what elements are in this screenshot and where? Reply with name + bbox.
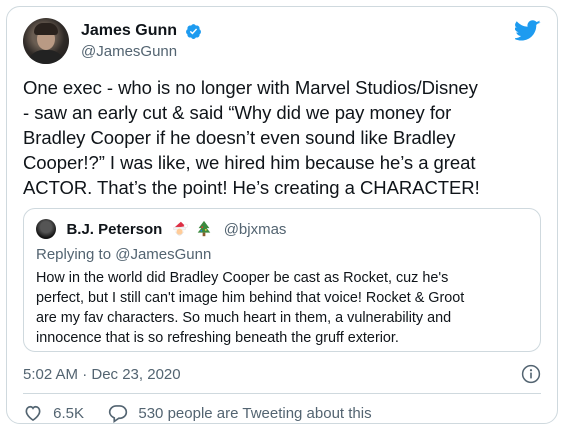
quoted-tweet[interactable]: B.J. Peterson @bjxmas Replying to @James… (23, 208, 541, 352)
like-button[interactable]: 6.5K (23, 403, 84, 423)
author-avatar[interactable] (23, 18, 69, 64)
author-name-block: James Gunn @JamesGunn (81, 21, 202, 62)
quoted-author-name: B.J. Peterson (66, 220, 163, 238)
heart-icon (25, 405, 41, 422)
tweet-line: - saw an early cut & said “Why did we pa… (23, 102, 452, 123)
speech-bubble-icon (109, 405, 128, 424)
tweet-line: ACTOR. That’s the point! He’s creating a… (23, 177, 480, 198)
tweet-text: One exec - who is no longer with Marvel … (23, 75, 548, 200)
quoted-tweet-header: B.J. Peterson @bjxmas (36, 219, 286, 239)
author-handle[interactable]: @JamesGunn (81, 42, 202, 62)
tweet-line: Bradley Cooper if he doesn’t even sound … (23, 127, 456, 148)
conversation-label: 530 people are Tweeting about this (138, 404, 372, 422)
info-icon[interactable] (521, 364, 541, 384)
tweet-card: James Gunn @JamesGunn One exec - who is … (6, 6, 558, 424)
christmas-tree-icon (197, 220, 211, 237)
twitter-bird-icon[interactable] (515, 20, 541, 42)
tweet-line: One exec - who is no longer with Marvel … (23, 77, 478, 98)
quoted-tweet-text: How in the world did Bradley Cooper be c… (36, 268, 532, 348)
tweet-actions: 6.5K 530 people are Tweeting about this (23, 403, 372, 425)
like-count: 6.5K (53, 404, 85, 422)
divider (23, 393, 541, 394)
quoted-author-avatar (36, 219, 56, 239)
tweet-line: Cooper!?” I was like, we hired him becau… (23, 152, 476, 173)
conversation-button[interactable]: 530 people are Tweeting about this (108, 403, 372, 424)
quoted-line: perfect, but I still can't image him beh… (36, 290, 465, 306)
quoted-author-handle: @bjxmas (223, 220, 287, 238)
quoted-line: How in the world did Bradley Cooper be c… (36, 270, 449, 286)
tweet-timestamp[interactable]: 5:02 AM · Dec 23, 2020 (23, 365, 181, 385)
santa-emoji-icon (172, 221, 188, 236)
author-display-name[interactable]: James Gunn (81, 21, 177, 41)
replying-to-label[interactable]: Replying to @JamesGunn (36, 245, 211, 265)
verified-badge-icon (186, 23, 202, 39)
quoted-line: innocence that is so refreshing beneath … (36, 330, 399, 346)
quoted-line: are my fav characters. So much heart in … (36, 310, 452, 326)
tweet-header: James Gunn @JamesGunn (23, 18, 541, 66)
